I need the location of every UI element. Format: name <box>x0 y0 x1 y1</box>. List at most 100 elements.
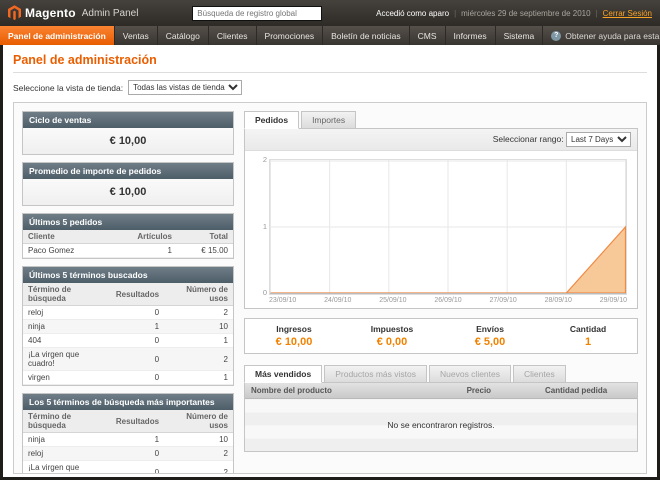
table-row[interactable]: reloj 0 2 <box>23 447 233 461</box>
avg-order-panel: Promedio de importe de pedidos € 10,00 <box>22 162 234 206</box>
total-label: Envíos <box>441 324 539 334</box>
totals-box: Ingresos € 10,00 Impuestos € 0,00 Envíos… <box>244 318 638 354</box>
tab-orders[interactable]: Pedidos <box>244 111 299 129</box>
tab-customers[interactable]: Clientes <box>513 365 566 383</box>
total-label: Ingresos <box>245 324 343 334</box>
cell-results: 0 <box>111 447 164 461</box>
nav-item-system[interactable]: Sistema <box>496 26 544 45</box>
dashboard-main-box: Ciclo de ventas € 10,00 Promedio de impo… <box>13 102 647 474</box>
title-divider <box>13 72 647 73</box>
cell-term: reloj <box>23 306 111 320</box>
orders-chart: 2 1 0 23/09/10 24/09/10 25/09/10 26/09/1… <box>245 151 637 308</box>
nav-item-sales[interactable]: Ventas <box>115 26 158 45</box>
tab-bestsellers[interactable]: Más vendidos <box>244 365 322 383</box>
panel-title: Los 5 términos de búsqueda más important… <box>23 394 233 410</box>
cell-uses: 1 <box>164 334 233 348</box>
table-row[interactable]: Paco Gomez 1 € 15.00 <box>23 244 233 258</box>
magento-logo[interactable]: Magento Admin Panel <box>8 5 138 21</box>
store-view-row: Seleccione la vista de tienda: Todas las… <box>13 80 647 95</box>
range-selector-row: Seleccionar rango: Last 7 Days <box>245 129 637 151</box>
table-row[interactable]: reloj 0 2 <box>23 306 233 320</box>
nav-item-promotions[interactable]: Promociones <box>257 26 324 45</box>
tab-amounts[interactable]: Importes <box>301 111 356 129</box>
cell-results: 0 <box>111 334 164 348</box>
nav-item-dashboard[interactable]: Panel de administración <box>0 26 115 45</box>
main-nav: Panel de administración Ventas Catálogo … <box>0 26 660 45</box>
top-header: Magento Admin Panel Accedió como aparo |… <box>0 0 660 26</box>
cell-term: virgen <box>23 371 111 385</box>
no-records-message: No se encontraron registros. <box>245 399 637 451</box>
nav-item-newsletter[interactable]: Boletín de noticias <box>323 26 409 45</box>
total-value: € 0,00 <box>343 336 441 348</box>
table-row[interactable]: ninja 1 10 <box>23 433 233 447</box>
y-tick-label: 0 <box>257 288 267 297</box>
table-row[interactable]: ¡La virgen que cuadro! 0 2 <box>23 461 233 475</box>
current-date: miércoles 29 de septiembre de 2010 <box>461 9 590 18</box>
global-search-area <box>146 6 368 21</box>
orders-chart-svg <box>270 160 626 294</box>
panel-title: Promedio de importe de pedidos <box>23 163 233 179</box>
cell-term: ¡La virgen que cuadro! <box>23 461 111 475</box>
tab-most-viewed[interactable]: Productos más vistos <box>324 365 427 383</box>
help-icon: ? <box>551 31 561 41</box>
store-view-select[interactable]: Todas las vistas de tienda <box>128 80 242 95</box>
col-header: Resultados <box>111 283 164 306</box>
y-tick-label: 2 <box>257 155 267 164</box>
logo-title: Magento <box>25 6 76 20</box>
col-header: Cantidad pedida <box>539 383 637 399</box>
empty-row: No se encontraron registros. <box>245 399 637 451</box>
total-value: € 10,00 <box>245 336 343 348</box>
right-column: Pedidos Importes Seleccionar rango: Last… <box>244 111 638 465</box>
total-quantity: Cantidad 1 <box>539 324 637 348</box>
col-header: Total <box>177 230 233 244</box>
help-link[interactable]: ? Obtener ayuda para esta página <box>543 26 660 45</box>
table-row[interactable]: ¡La virgen que cuadro! 0 2 <box>23 348 233 371</box>
total-tax: Impuestos € 0,00 <box>343 324 441 348</box>
cell-uses: 2 <box>164 348 233 371</box>
chart-plot <box>269 159 627 295</box>
nav-item-customers[interactable]: Clientes <box>209 26 257 45</box>
col-header: Nombre del producto <box>245 383 461 399</box>
cell-uses: 1 <box>164 371 233 385</box>
x-axis-labels: 23/09/10 24/09/10 25/09/10 26/09/10 27/0… <box>269 297 627 304</box>
global-search-input[interactable] <box>192 6 322 21</box>
table-row[interactable]: virgen 0 1 <box>23 371 233 385</box>
table-header-row: Cliente Artículos Total <box>23 230 233 244</box>
range-select[interactable]: Last 7 Days <box>566 132 631 147</box>
x-tick-label: 23/09/10 <box>269 297 296 304</box>
cell-term: ninja <box>23 433 111 447</box>
table-row[interactable]: 404 0 1 <box>23 334 233 348</box>
cell-results: 1 <box>111 433 164 447</box>
panel-title: Últimos 5 pedidos <box>23 214 233 230</box>
nav-item-catalog[interactable]: Catálogo <box>158 26 209 45</box>
panel-title: Ciclo de ventas <box>23 112 233 128</box>
table-row[interactable]: ninja 1 10 <box>23 320 233 334</box>
cell-term: 404 <box>23 334 111 348</box>
sales-cycle-panel: Ciclo de ventas € 10,00 <box>22 111 234 155</box>
cell-term: ¡La virgen que cuadro! <box>23 348 111 371</box>
last-search-terms-panel: Últimos 5 términos buscados Término de b… <box>22 266 234 386</box>
x-tick-label: 25/09/10 <box>379 297 406 304</box>
col-header: Término de búsqueda <box>23 283 111 306</box>
cell-results: 0 <box>111 348 164 371</box>
chart-wrap: 2 1 0 23/09/10 24/09/10 25/09/10 26/09/1… <box>269 159 627 304</box>
logout-link[interactable]: Cerrar Sesión <box>603 9 652 18</box>
range-label: Seleccionar rango: <box>493 134 564 144</box>
nav-item-reports[interactable]: Informes <box>446 26 496 45</box>
x-tick-label: 29/09/10 <box>600 297 627 304</box>
tab-new-customers[interactable]: Nuevos clientes <box>429 365 511 383</box>
table-header-row: Término de búsqueda Resultados Número de… <box>23 283 233 306</box>
cell-results: 0 <box>111 461 164 475</box>
user-area: Accedió como aparo | miércoles 29 de sep… <box>376 9 652 18</box>
col-header: Número de usos <box>164 410 233 433</box>
nav-item-cms[interactable]: CMS <box>410 26 446 45</box>
magento-admin-window: Magento Admin Panel Accedió como aparo |… <box>0 0 660 480</box>
table-header-row: Nombre del producto Precio Cantidad pedi… <box>245 383 637 399</box>
separator: | <box>596 9 598 18</box>
x-tick-label: 26/09/10 <box>434 297 461 304</box>
col-header: Precio <box>461 383 539 399</box>
cell-uses: 10 <box>164 320 233 334</box>
col-header: Resultados <box>111 410 164 433</box>
total-revenue: Ingresos € 10,00 <box>245 324 343 348</box>
last-search-terms-table: Término de búsqueda Resultados Número de… <box>23 283 233 385</box>
